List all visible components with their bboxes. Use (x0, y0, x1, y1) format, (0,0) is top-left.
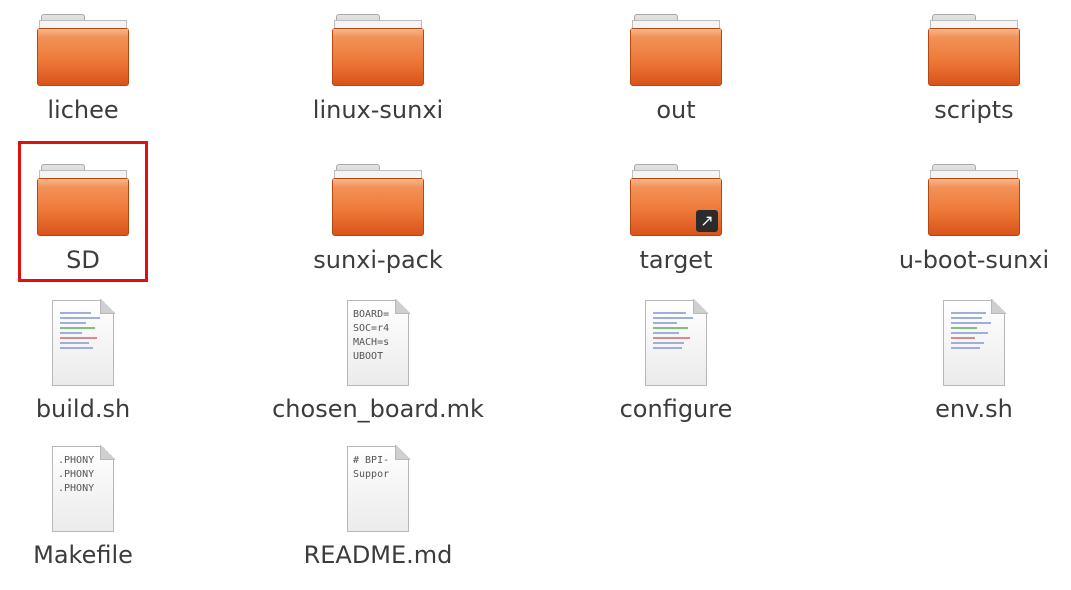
folder-label: out (656, 96, 696, 124)
file-label: chosen_board.mk (272, 395, 484, 423)
folder-icon (928, 164, 1020, 236)
folder-label: scripts (934, 96, 1014, 124)
folder-item-scripts[interactable]: scripts (864, 0, 1071, 140)
link-arrow-icon: ↗ (696, 210, 718, 232)
file-item-build-sh[interactable]: build.sh (0, 299, 193, 440)
file-label: env.sh (935, 395, 1013, 423)
file-item-chosen-board-mk[interactable]: BOARD= SOC=r4 MACH=s UBOOT chosen_board.mk (268, 299, 488, 440)
file-preview-text: BOARD= SOC=r4 MACH=s UBOOT (353, 309, 390, 362)
folder-icon (332, 14, 424, 86)
folder-icon: ↗ (630, 164, 722, 236)
folder-item-sunxi-pack[interactable]: sunxi-pack (268, 150, 488, 290)
folder-label: target (639, 246, 713, 274)
folder-icon (630, 14, 722, 86)
file-label: build.sh (35, 395, 131, 423)
folder-item-target[interactable]: ↗ target (566, 150, 786, 290)
folder-item-lichee[interactable]: lichee (0, 0, 193, 140)
folder-icon (332, 164, 424, 236)
text-file-icon: .PHONY .PHONY .PHONY (52, 445, 115, 532)
text-file-icon: # BPI- Suppor (347, 445, 410, 532)
file-item-configure[interactable]: configure (566, 299, 786, 440)
file-preview-text: .PHONY .PHONY .PHONY (58, 455, 95, 494)
file-label: configure (619, 395, 733, 423)
folder-icon (928, 14, 1020, 86)
file-label: README.md (303, 541, 453, 569)
file-item-readme-md[interactable]: # BPI- Suppor README.md (268, 445, 488, 586)
highlight-box (18, 141, 148, 282)
file-browser-icon-grid: lichee linux-sunxi out scripts SD sunxi-… (0, 0, 1071, 590)
text-file-icon: BOARD= SOC=r4 MACH=s UBOOT (347, 299, 410, 386)
folder-label: lichee (47, 96, 119, 124)
folder-label: sunxi-pack (313, 246, 443, 274)
file-item-makefile[interactable]: .PHONY .PHONY .PHONY Makefile (0, 445, 193, 586)
file-item-env-sh[interactable]: env.sh (864, 299, 1071, 440)
shell-script-icon (52, 299, 115, 386)
folder-label: linux-sunxi (312, 96, 444, 124)
shell-script-icon (645, 299, 708, 386)
shell-script-icon (943, 299, 1006, 386)
folder-item-out[interactable]: out (566, 0, 786, 140)
folder-icon (37, 14, 129, 86)
file-preview-text: # BPI- Suppor (353, 455, 390, 480)
file-label: Makefile (33, 541, 133, 569)
folder-label: u-boot-sunxi (898, 246, 1050, 274)
folder-item-linux-sunxi[interactable]: linux-sunxi (268, 0, 488, 140)
folder-item-u-boot-sunxi[interactable]: u-boot-sunxi (864, 150, 1071, 290)
